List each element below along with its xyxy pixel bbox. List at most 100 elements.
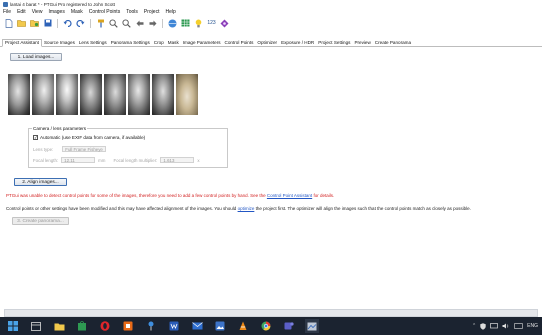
- windows-start-icon[interactable]: [6, 319, 20, 333]
- control-point-warning: PTGui was unable to detect control point…: [6, 193, 334, 198]
- lightbulb-icon[interactable]: [194, 19, 203, 28]
- tray-shield-icon[interactable]: [480, 322, 486, 330]
- zoom-out-icon[interactable]: [122, 18, 131, 28]
- image-thumbnail[interactable]: [32, 74, 54, 115]
- tray-volume-icon[interactable]: [502, 323, 510, 329]
- image-thumbnail[interactable]: [176, 74, 198, 115]
- windows-taskbar: [0, 317, 542, 335]
- camera-lens-panel: Camera / lens parameters ✓ Automatic (us…: [28, 126, 228, 168]
- back-arrow-icon[interactable]: [135, 19, 144, 28]
- undo-icon[interactable]: [63, 19, 72, 28]
- word-app-icon[interactable]: [167, 319, 181, 333]
- tab-lens-settings[interactable]: Lens Settings: [77, 40, 109, 46]
- status-bar: [4, 309, 538, 317]
- optimizer-icon[interactable]: [220, 19, 229, 28]
- lens-panel-title: Camera / lens parameters: [32, 126, 88, 131]
- numbering-icon[interactable]: 123: [207, 19, 216, 28]
- auto-exif-checkbox[interactable]: ✓: [33, 135, 38, 140]
- teams-app-icon[interactable]: [282, 319, 296, 333]
- new-file-icon[interactable]: [4, 18, 13, 28]
- tab-project-settings[interactable]: Project Settings: [316, 40, 352, 46]
- toolbar-separator: [162, 18, 163, 28]
- panorama-editor-icon[interactable]: [168, 19, 177, 28]
- menu-view[interactable]: View: [32, 9, 43, 15]
- menu-bar: File Edit View Images Mask Control Point…: [0, 8, 542, 16]
- menu-project[interactable]: Project: [144, 9, 160, 15]
- pin-app-icon[interactable]: [144, 319, 158, 333]
- photos-app-icon[interactable]: [213, 319, 227, 333]
- tab-project-assistant[interactable]: Project Assistant: [2, 39, 42, 47]
- control-point-assistant-link[interactable]: Control Point Assistant: [267, 193, 312, 198]
- image-thumbnail[interactable]: [8, 74, 30, 115]
- tab-bar: Project Assistant Source Images Lens Set…: [0, 39, 542, 47]
- tab-panorama-settings[interactable]: Panorama Settings: [109, 40, 152, 46]
- system-tray: ⌃ ENG: [472, 317, 538, 335]
- focal-length-label: Focal length:: [33, 157, 59, 163]
- notice-tail: the project first. The optimizer will al…: [254, 206, 471, 211]
- multiplier-label: Focal length multiplier:: [113, 157, 158, 163]
- task-view-icon[interactable]: [29, 319, 43, 333]
- load-images-button[interactable]: 1. Load images...: [10, 53, 62, 61]
- mail-app-icon[interactable]: [190, 319, 204, 333]
- open-folder-icon[interactable]: [17, 19, 26, 28]
- menu-control-points[interactable]: Control Points: [89, 9, 120, 15]
- menu-images[interactable]: Images: [48, 9, 64, 15]
- create-panorama-button[interactable]: 3. Create panorama...: [12, 217, 69, 225]
- save-icon[interactable]: [43, 19, 52, 28]
- zoom-in-icon[interactable]: [109, 18, 118, 28]
- window-titlebar: lantai 4 barat * - PTGui Pro registered …: [0, 0, 542, 8]
- notice-text: Control points or other settings have be…: [6, 206, 238, 211]
- align-images-button[interactable]: 2. Align images...: [14, 178, 67, 186]
- focal-length-unit: mm: [98, 157, 106, 163]
- tray-chevron-icon[interactable]: ⌃: [472, 323, 476, 329]
- optimize-link[interactable]: optimize: [238, 206, 255, 211]
- tray-network-icon[interactable]: [490, 323, 499, 329]
- menu-file[interactable]: File: [3, 9, 11, 15]
- file-explorer-icon[interactable]: [52, 319, 66, 333]
- tab-mask[interactable]: Mask: [166, 40, 181, 46]
- redo-icon[interactable]: [76, 19, 85, 28]
- menu-mask[interactable]: Mask: [71, 9, 83, 15]
- menu-edit[interactable]: Edit: [17, 9, 26, 15]
- forward-arrow-icon[interactable]: [148, 19, 157, 28]
- office-app-icon[interactable]: [121, 319, 135, 333]
- lens-type-select[interactable]: Full Frame Fisheye: [62, 146, 107, 152]
- multiplier-input[interactable]: 1.613: [160, 157, 195, 163]
- ptgui-app-icon: [3, 1, 8, 7]
- warning-tail: for details.: [312, 193, 335, 198]
- source-image-thumbnails: [8, 74, 198, 115]
- tab-crop[interactable]: Crop: [152, 40, 166, 46]
- tray-language[interactable]: ENG: [527, 323, 538, 329]
- multiplier-unit: x: [197, 157, 200, 163]
- tab-source-images[interactable]: Source Images: [42, 40, 77, 46]
- vlc-app-icon[interactable]: [236, 319, 250, 333]
- tray-keyboard-icon[interactable]: [514, 323, 524, 329]
- opera-browser-icon[interactable]: [98, 319, 112, 333]
- tab-image-parameters[interactable]: Image Parameters: [181, 40, 223, 46]
- tab-exposure-hdr[interactable]: Exposure / HDR: [279, 40, 316, 46]
- table-icon[interactable]: [181, 19, 190, 28]
- window-title: lantai 4 barat * - PTGui Pro registered …: [10, 1, 115, 7]
- warning-text: PTGui was unable to detect control point…: [6, 193, 267, 198]
- tab-create-panorama[interactable]: Create Panorama: [373, 40, 413, 46]
- toolbar-separator: [57, 18, 58, 28]
- focal-length-row: Focal length: 12.11 mm Focal length mult…: [33, 157, 200, 163]
- tab-control-points[interactable]: Control Points: [223, 40, 256, 46]
- open-recent-icon[interactable]: [30, 19, 39, 28]
- image-thumbnail[interactable]: [104, 74, 126, 115]
- image-thumbnail[interactable]: [80, 74, 102, 115]
- chrome-app-icon[interactable]: [259, 319, 273, 333]
- menu-help[interactable]: Help: [165, 9, 175, 15]
- image-thumbnail[interactable]: [56, 74, 78, 115]
- tab-optimizer[interactable]: Optimizer: [255, 40, 279, 46]
- control-point-pin-icon[interactable]: [96, 19, 105, 28]
- image-thumbnail[interactable]: [152, 74, 174, 115]
- ptgui-taskbar-icon[interactable]: [305, 319, 319, 333]
- auto-exif-row: ✓ Automatic (use EXIF data from camera, …: [33, 135, 145, 140]
- focal-length-input[interactable]: 12.11: [61, 157, 96, 163]
- tab-preview[interactable]: Preview: [352, 40, 372, 46]
- store-icon[interactable]: [75, 319, 89, 333]
- image-thumbnail[interactable]: [128, 74, 150, 115]
- menu-tools[interactable]: Tools: [126, 9, 138, 15]
- lens-type-label: Lens type:: [33, 146, 54, 152]
